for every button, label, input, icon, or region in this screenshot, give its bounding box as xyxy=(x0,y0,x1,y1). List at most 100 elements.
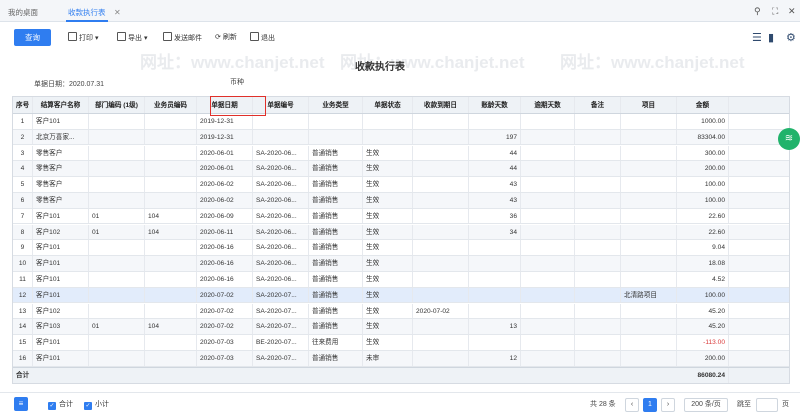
table-cell xyxy=(521,351,575,366)
table-cell xyxy=(621,208,677,224)
table-cell xyxy=(621,240,677,255)
send-email-button[interactable]: 发送邮件 xyxy=(163,32,202,44)
page-size-select[interactable]: 200 条/页 xyxy=(684,398,728,412)
exit-button[interactable]: 退出 xyxy=(250,32,275,44)
table-cell: 2020-06-16 xyxy=(197,256,253,271)
table-cell: 客户101 xyxy=(33,287,89,303)
prev-page-button[interactable]: ‹ xyxy=(625,398,639,412)
table-cell xyxy=(621,114,677,129)
current-page-button[interactable]: 1 xyxy=(643,398,657,412)
table-cell xyxy=(469,114,521,129)
table-cell: 零售客户 xyxy=(33,177,89,192)
table-cell xyxy=(621,193,677,208)
table-cell: SA-2020-06... xyxy=(253,208,309,224)
tab-close-icon[interactable]: ✕ xyxy=(114,6,121,20)
table-cell: SA-2020-06... xyxy=(253,145,309,161)
table-cell xyxy=(521,224,575,240)
search-icon[interactable]: ⚲ xyxy=(754,5,761,17)
chart-icon[interactable]: ▮ xyxy=(768,32,774,44)
table-cell xyxy=(363,129,413,145)
wifi-icon[interactable]: ≋ xyxy=(778,128,800,150)
table-cell: 2020-07-02 xyxy=(197,319,253,334)
currency-label: 币种 xyxy=(230,79,244,86)
column-header[interactable]: 备注 xyxy=(575,97,621,113)
list-toggle-icon[interactable]: ≡ xyxy=(14,397,28,411)
query-button[interactable]: 查询 xyxy=(14,29,51,46)
refresh-button[interactable]: ⟳ 刷新 xyxy=(215,32,237,44)
table-cell xyxy=(413,208,469,224)
table-row[interactable]: 12 客户101 2020-07-02 SA-2020-07... 普通销售 生效 北清路项… xyxy=(13,287,789,304)
page-suffix: 页 xyxy=(782,401,789,408)
table-cell: 13 xyxy=(469,319,521,334)
table-cell xyxy=(89,256,145,271)
table-row[interactable]: 6 零售客户 2020-06-02 SA-2020-06... 普通销售 生效 43 100.… xyxy=(13,193,789,209)
table-cell xyxy=(89,177,145,192)
column-header[interactable]: 单据状态 xyxy=(363,97,413,113)
column-header[interactable]: 金额 xyxy=(677,97,729,113)
table-row[interactable]: 14 客户103 01 104 2020-07-02 SA-2020-07... 普通销售生… xyxy=(13,319,789,335)
column-header[interactable]: 序号 xyxy=(13,97,33,113)
column-header[interactable]: 收款到期日 xyxy=(413,97,469,113)
table-row[interactable]: 9 客户101 2020-06-16 SA-2020-06... 普通销售 生效 9.04 xyxy=(13,240,789,256)
table-cell: 普通销售 xyxy=(309,351,363,366)
print-button[interactable]: 打印 ▾ xyxy=(68,32,98,44)
table-cell xyxy=(145,129,197,145)
tab-desktop[interactable]: 我的桌面 xyxy=(8,6,38,22)
export-button[interactable]: 导出 ▾ xyxy=(117,32,147,44)
column-header[interactable]: 逾期天数 xyxy=(521,97,575,113)
table-cell xyxy=(575,240,621,255)
table-cell xyxy=(575,161,621,176)
checkbox-checked-icon: ✓ xyxy=(84,402,92,410)
total-checkbox[interactable]: ✓ 合计 xyxy=(48,400,73,410)
table-cell xyxy=(575,114,621,129)
table-row[interactable]: 7 客户101 01 104 2020-06-09 SA-2020-06... 普通销售 生效… xyxy=(13,208,789,225)
table-row[interactable]: 16 客户101 2020-07-03 SA-2020-07... 普通销售 未审 12 20… xyxy=(13,351,789,367)
table-cell: 生效 xyxy=(363,256,413,271)
table-cell xyxy=(363,114,413,129)
table-cell: 4.52 xyxy=(677,272,729,287)
table-row[interactable]: 11 客户101 2020-06-16 SA-2020-06... 普通销售 生效 4.52 xyxy=(13,272,789,288)
subtotal-checkbox[interactable]: ✓ 小计 xyxy=(84,400,109,410)
table-row[interactable]: 1 客户101 2019-12-31 1000.00 xyxy=(13,114,789,130)
table-cell: 1000.00 xyxy=(677,114,729,129)
close-icon[interactable]: ✕ xyxy=(788,5,796,17)
table-cell: SA-2020-06... xyxy=(253,161,309,176)
mail-icon xyxy=(163,32,172,41)
table-row[interactable]: 5 零售客户 2020-06-02 SA-2020-06... 普通销售 生效 43 100.… xyxy=(13,177,789,193)
table-cell xyxy=(145,161,197,176)
column-header[interactable]: 项目 xyxy=(621,97,677,113)
column-header[interactable]: 账龄天数 xyxy=(469,97,521,113)
table-cell xyxy=(413,256,469,271)
table-cell xyxy=(89,129,145,145)
table-row[interactable]: 3 零售客户 2020-06-01 SA-2020-06... 普通销售 生效 44 300.… xyxy=(13,145,789,162)
fullscreen-icon[interactable]: ⛶ xyxy=(772,5,778,17)
table-cell: SA-2020-06... xyxy=(253,177,309,192)
column-header[interactable]: 业务员编码 xyxy=(145,97,197,113)
jump-page-input[interactable] xyxy=(756,398,778,412)
column-header[interactable]: 结算客户名称 xyxy=(33,97,89,113)
tab-receipt-execution[interactable]: 收款执行表 xyxy=(66,6,108,22)
table-cell xyxy=(621,351,677,366)
table-row[interactable]: 13 客户102 2020-07-02 SA-2020-07... 普通销售 生效 2020… xyxy=(13,303,789,320)
table-cell: 12 xyxy=(469,351,521,366)
table-row[interactable]: 10 客户101 2020-06-16 SA-2020-06... 普通销售 生效 18.0… xyxy=(13,256,789,272)
table-cell xyxy=(469,303,521,319)
table-row[interactable]: 8 客户102 01 104 2020-06-11 SA-2020-06... 普通销售 生效… xyxy=(13,224,789,241)
table-row[interactable]: 2 北京万喜家... 2019-12-31 197 83304.00 xyxy=(13,129,789,146)
table-cell xyxy=(413,224,469,240)
table-cell xyxy=(253,114,309,129)
table-row[interactable]: 4 零售客户 2020-06-01 SA-2020-06... 普通销售 生效 44 200.… xyxy=(13,161,789,177)
table-cell: 104 xyxy=(145,319,197,334)
next-page-button[interactable]: › xyxy=(661,398,675,412)
table-cell: 普通销售 xyxy=(309,240,363,255)
list-icon[interactable]: ☰ xyxy=(752,32,762,44)
table-cell: 14 xyxy=(13,319,33,334)
table-cell: 普通销售 xyxy=(309,272,363,287)
column-header[interactable]: 业务类型 xyxy=(309,97,363,113)
table-cell: 普通销售 xyxy=(309,319,363,334)
table-cell: 34 xyxy=(469,224,521,240)
gear-icon[interactable]: ⚙ xyxy=(786,32,796,44)
column-header[interactable]: 部门编码 (1级) xyxy=(89,97,145,113)
table-cell xyxy=(469,335,521,350)
table-row[interactable]: 15 客户101 2020-07-03 BE-2020-07... 往来费用 生效 -113… xyxy=(13,335,789,351)
